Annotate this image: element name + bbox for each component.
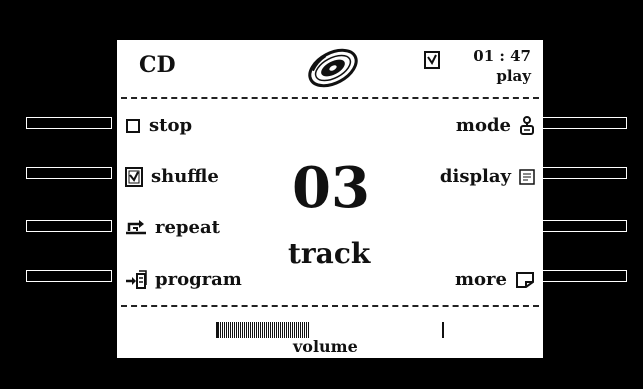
left-softkey-1[interactable] (26, 117, 112, 129)
volume-label: volume (293, 337, 358, 356)
shuffle-button[interactable]: shuffle (125, 166, 219, 187)
display-screen: CD 01 : 47 play stop shuffle repeat prog… (117, 40, 543, 358)
time-readout: 01 : 47 (473, 47, 531, 65)
right-softkey-1[interactable] (541, 117, 627, 129)
volume-level-fill (216, 322, 310, 338)
bottom-divider (121, 305, 539, 307)
display-button[interactable]: display (440, 166, 535, 187)
program-label: program (155, 269, 242, 290)
more-icon (516, 271, 534, 288)
repeat-button[interactable]: repeat (125, 217, 220, 238)
volume-slider[interactable] (216, 322, 444, 338)
app-title: CD (139, 52, 176, 78)
repeat-icon (126, 219, 146, 234)
track-number: 03 (292, 155, 370, 221)
stop-icon (126, 118, 140, 133)
more-button[interactable]: more (455, 269, 535, 290)
track-label: track (288, 237, 371, 270)
shuffle-icon (125, 166, 143, 187)
shuffle-status-icon (424, 51, 440, 69)
right-softkey-2[interactable] (541, 167, 627, 179)
more-label: more (455, 269, 507, 290)
stop-button[interactable]: stop (125, 115, 192, 136)
top-divider (121, 97, 539, 99)
left-softkey-3[interactable] (26, 220, 112, 232)
display-icon (519, 168, 535, 185)
volume-max-marker (442, 322, 444, 338)
right-softkey-3[interactable] (541, 220, 627, 232)
left-softkey-4[interactable] (26, 270, 112, 282)
right-softkey-4[interactable] (541, 270, 627, 282)
stop-label: stop (149, 115, 193, 136)
mode-icon (520, 115, 534, 135)
cd-disc-icon (308, 48, 358, 88)
program-icon (126, 269, 147, 289)
display-label: display (439, 166, 511, 187)
mode-button[interactable]: mode (456, 115, 535, 136)
shuffle-label: shuffle (151, 166, 219, 187)
left-softkey-2[interactable] (26, 167, 112, 179)
program-button[interactable]: program (125, 269, 242, 290)
repeat-label: repeat (155, 217, 220, 238)
playback-status: play (496, 67, 531, 85)
mode-label: mode (455, 115, 511, 136)
